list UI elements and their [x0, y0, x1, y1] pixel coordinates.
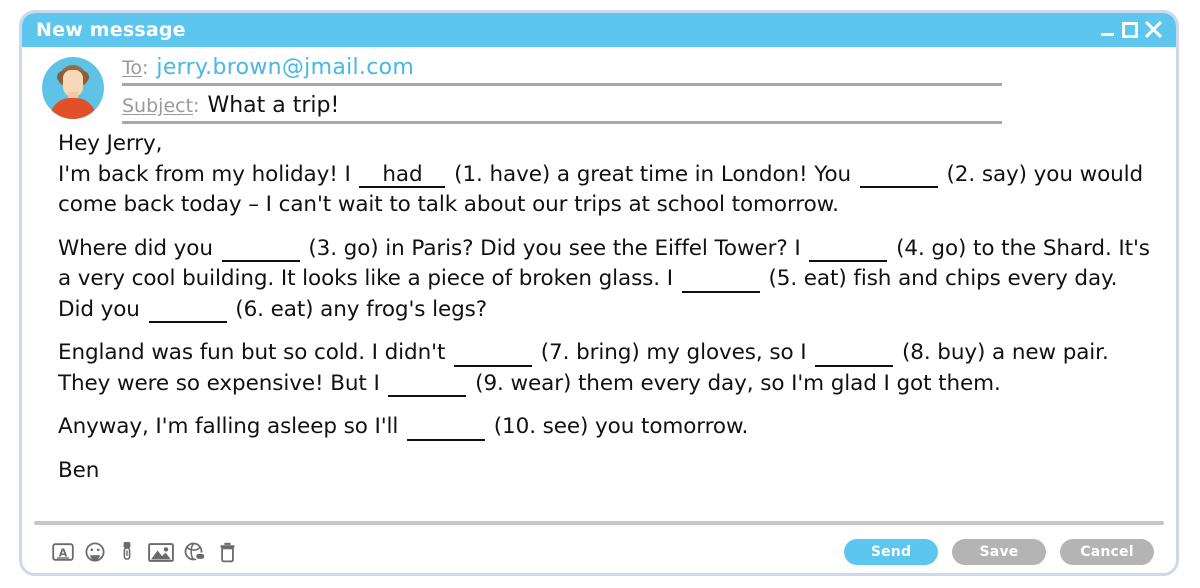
compose-footer: A Send Save Cancel [22, 532, 1176, 572]
attachment-icon[interactable] [116, 541, 138, 563]
answer-blank-10[interactable] [407, 416, 486, 441]
message-paragraph-greeting: Hey Jerry, I'm back from my holiday! I ha… [58, 129, 1154, 221]
screenshot-root: New message To : jerry.brown@jmail.com S… [0, 0, 1200, 588]
answer-blank-5[interactable] [681, 268, 760, 293]
answer-blank-8[interactable] [815, 342, 894, 367]
send-button[interactable]: Send [844, 539, 938, 565]
emoji-icon[interactable] [84, 541, 106, 563]
to-field-row[interactable]: To : jerry.brown@jmail.com [122, 55, 1002, 86]
footer-divider [34, 521, 1164, 525]
message-paragraph-closing: Anyway, I'm falling asleep so I'll (10. … [58, 412, 1154, 443]
footer-icon-group: A [52, 541, 238, 563]
subject-label: Subject [122, 95, 194, 117]
footer-button-group: Send Save Cancel [844, 539, 1154, 565]
message-body[interactable]: Hey Jerry, I'm back from my holiday! I ha… [22, 129, 1176, 499]
to-separator: : [142, 57, 149, 79]
avatar-body [50, 98, 96, 119]
answer-blank-2[interactable] [859, 164, 938, 189]
answer-blank-1[interactable]: had [359, 163, 446, 189]
message-text: (7. bring) my gloves, so I [534, 340, 814, 366]
insert-photo-icon[interactable] [148, 541, 174, 563]
insert-link-icon[interactable] [184, 541, 206, 563]
save-button[interactable]: Save [952, 539, 1046, 565]
message-text: (6. eat) any frog's legs? [228, 296, 488, 322]
message-paragraph-signature: Ben [58, 456, 1154, 487]
minimize-icon[interactable] [1100, 22, 1116, 38]
subject-field-row[interactable]: Subject : What a trip! [122, 93, 1002, 124]
answer-blank-3[interactable] [221, 238, 300, 263]
message-text: (10. see) you tomorrow. [487, 414, 749, 440]
format-text-icon[interactable]: A [52, 541, 74, 563]
compose-fields: To : jerry.brown@jmail.com Subject : Wha… [122, 55, 1012, 131]
answer-blank-7[interactable] [454, 342, 533, 367]
message-paragraph-england: England was fun but so cold. I didn't (7… [58, 338, 1154, 399]
delete-icon[interactable] [216, 541, 238, 563]
answer-blank-4[interactable] [809, 238, 888, 263]
message-text: England was fun but so cold. I didn't [58, 340, 453, 366]
answer-blank-6[interactable] [148, 299, 227, 324]
message-paragraph-paris: Where did you (3. go) in Paris? Did you … [58, 234, 1154, 326]
window-title: New message [36, 18, 186, 41]
message-text: (9. wear) them every day, so I'm glad I … [468, 370, 1001, 396]
message-text: (3. go) in Paris? Did you see the Eiffel… [301, 235, 808, 261]
window-title-bar: New message [22, 13, 1176, 47]
cancel-button[interactable]: Cancel [1060, 539, 1154, 565]
avatar [42, 57, 104, 119]
to-label: To [122, 57, 143, 79]
message-text: Ben [58, 457, 100, 483]
message-text: Hey Jerry, [58, 131, 163, 156]
to-input[interactable]: jerry.brown@jmail.com [156, 55, 414, 80]
subject-separator: : [193, 95, 200, 117]
maximize-icon[interactable] [1122, 21, 1138, 38]
message-text: Anyway, I'm falling asleep so I'll [58, 414, 406, 440]
subject-input[interactable]: What a trip! [207, 93, 339, 118]
compose-header: To : jerry.brown@jmail.com Subject : Wha… [22, 47, 1176, 125]
answer-blank-9[interactable] [388, 373, 467, 398]
message-text: I'm back from my holiday! I [58, 161, 358, 187]
message-text: Where did you [58, 235, 220, 261]
message-text: (1. have) a great time in London! You [447, 161, 858, 187]
close-icon[interactable] [1144, 21, 1162, 39]
message-paragraph-list: Hey Jerry, I'm back from my holiday! I ha… [58, 129, 1154, 486]
window-controls [1100, 21, 1162, 39]
compose-window: New message To : jerry.brown@jmail.com S… [19, 10, 1179, 576]
